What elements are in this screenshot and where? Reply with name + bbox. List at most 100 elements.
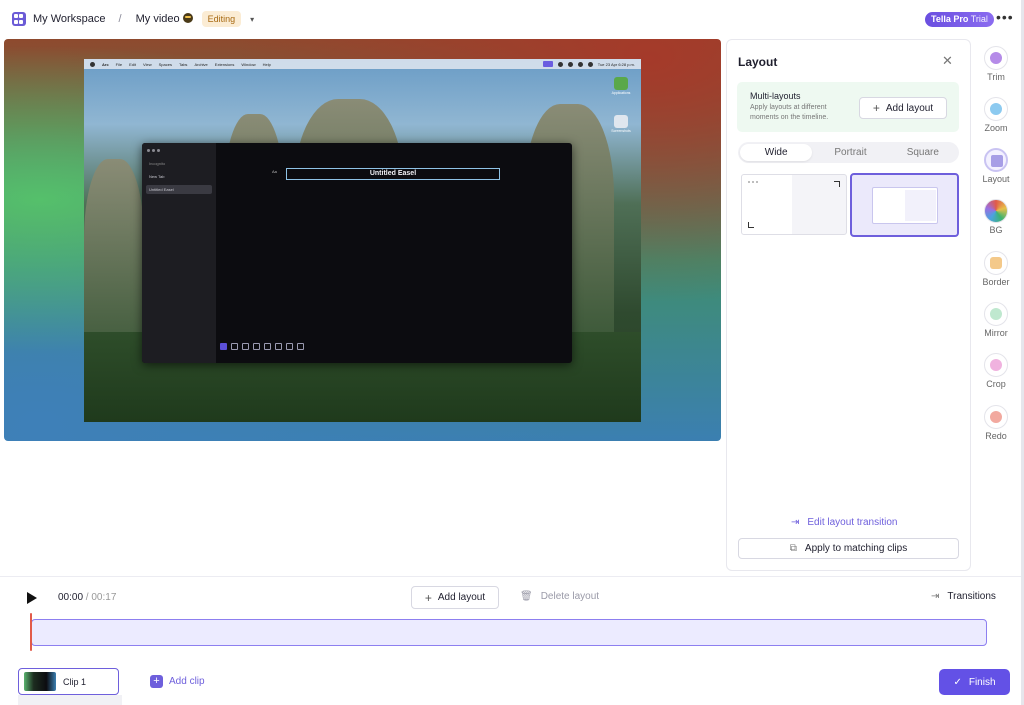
multi-layouts-title: Multi-layouts [750,91,801,101]
menubar-item: View [143,61,152,67]
status-icon [577,61,583,67]
video-preview[interactable]: Arc File Edit View Spaces Tabs Archive E… [4,39,721,441]
shape-tool-icon [242,343,249,350]
window-dots-icon [748,181,758,183]
desktop-icon-applications: Applications [606,77,636,95]
chevron-down-icon[interactable]: ▾ [250,15,254,24]
timeline-area: 00:00 / 00:17 + Add layout 🗑 Delete layo… [0,576,1024,705]
recording-icon [542,61,553,67]
layout-option-centered[interactable] [850,173,959,237]
desktop-icon-screenshots: Screenshots [606,115,636,133]
workspace-logo-icon[interactable] [12,12,26,26]
menubar-item: Help [262,61,271,67]
tool-crop[interactable]: Crop [976,353,1016,389]
screenshot-icon [614,115,628,128]
delete-layout-label: Delete layout [540,591,600,602]
playback-time: 00:00 / 00:17 [58,592,116,603]
mac-menubar: Arc File Edit View Spaces Tabs Archive E… [84,59,641,69]
timeline-add-layout-button[interactable]: + Add layout [411,586,499,609]
play-icon[interactable] [27,592,37,604]
tool-label: Layout [982,174,1010,184]
zoom-icon [984,97,1008,121]
tool-zoom[interactable]: Zoom [976,97,1016,133]
delete-layout-button[interactable]: 🗑 Delete layout [520,591,599,602]
multi-layouts-card: Multi-layouts Apply layouts at different… [737,82,959,132]
top-bar: My Workspace / My video Editing ▾ [0,0,1024,38]
status-icon [567,61,573,67]
window-controls [147,149,160,152]
more-horizontal-icon[interactable]: ••• [996,9,1014,25]
check-icon: ✓ [953,676,962,688]
menubar-item: Edit [129,61,137,67]
menubar-status: Tue 23 Apr 6:28 p.m. [542,61,635,67]
menubar-clock: Tue 23 Apr 6:28 p.m. [597,61,635,67]
circle-tool-icon [253,343,260,350]
layout-panel: Layout ✕ Multi-layouts Apply layouts at … [726,39,971,571]
add-layout-label: Add layout [885,102,934,114]
crop-icon [984,353,1008,377]
add-clip-label: Add clip [169,676,205,687]
tool-label: Zoom [984,123,1008,133]
clip-thumbnail [24,672,56,691]
menubar-item: Tabs [178,61,188,67]
tool-border[interactable]: Border [976,251,1016,287]
finish-button[interactable]: ✓ Finish [939,669,1010,695]
video-title[interactable]: My video [136,13,193,25]
tool-label: Redo [985,431,1007,441]
pro-badge-name: Tella Pro [931,14,969,24]
playhead[interactable] [30,613,32,651]
transition-icon: ⇥ [931,591,940,602]
menubar-item: File [115,61,123,67]
sidebar-item-new-tab: New Tab [149,174,165,179]
copy-icon: ⧉ [789,543,797,554]
add-layout-button[interactable]: + Add layout [859,97,947,119]
close-icon[interactable]: ✕ [942,53,953,69]
apply-to-matching-clips-button[interactable]: ⧉ Apply to matching clips [738,538,959,559]
menubar-item: Spaces [158,61,172,67]
tool-bg[interactable]: BG [976,199,1016,235]
tool-label: BG [989,225,1003,235]
browser-sidebar: Incognito New Tab Untitled Easel [142,143,216,363]
menubar-item: Window [241,61,256,67]
tool-redo[interactable]: Redo [976,405,1016,441]
multi-layouts-description: Apply layouts at different moments on th… [750,104,829,121]
text-tool-label: Aa [272,169,277,174]
tool-label: Mirror [984,328,1008,338]
tool-mirror[interactable]: Mirror [976,302,1016,338]
clip-item[interactable]: Clip 1 [18,668,119,695]
transitions-button[interactable]: ⇥ Transitions [931,591,996,602]
tab-portrait[interactable]: Portrait [814,142,886,163]
pro-trial-badge[interactable]: Tella Pro Trial [925,12,994,27]
tool-trim[interactable]: Trim [976,46,1016,82]
browser-window: Incognito New Tab Untitled Easel Aa Unti… [142,143,572,363]
menubar-item: Extensions [214,61,235,67]
corner-marker-icon [834,181,840,187]
plus-icon: + [424,590,432,605]
drawing-toolbar [220,343,304,350]
tool-label: Border [982,277,1010,287]
desktop-icon-label: Screenshots [611,129,631,133]
square-tool-icon [264,343,271,350]
add-clip-button[interactable]: + Add clip [150,675,205,688]
apple-icon [90,61,95,67]
edit-layout-transition-link[interactable]: ⇥ Edit layout transition [791,517,897,528]
easel-title-text: Untitled Easel [286,168,500,180]
tool-layout[interactable]: Layout [976,148,1016,184]
tool-label: Crop [986,379,1006,389]
current-time: 00:00 [58,592,84,603]
layout-track[interactable] [31,619,987,646]
tab-square[interactable]: Square [887,142,959,163]
breadcrumb-workspace[interactable]: My Workspace [33,13,106,25]
frame-tool-icon [231,343,238,350]
breadcrumb-separator: / [118,13,122,25]
transition-icon: ⇥ [791,517,800,528]
transitions-label: Transitions [947,591,996,602]
video-title-text: My video [135,13,180,25]
screen-recording: Arc File Edit View Spaces Tabs Archive E… [84,59,641,422]
redo-icon [984,405,1008,429]
menubar-item: Archive [194,61,208,67]
layout-option-split[interactable] [741,174,847,235]
mirror-icon [984,302,1008,326]
sidebar-item-untitled-easel: Untitled Easel [146,185,212,194]
tab-wide[interactable]: Wide [740,144,813,161]
